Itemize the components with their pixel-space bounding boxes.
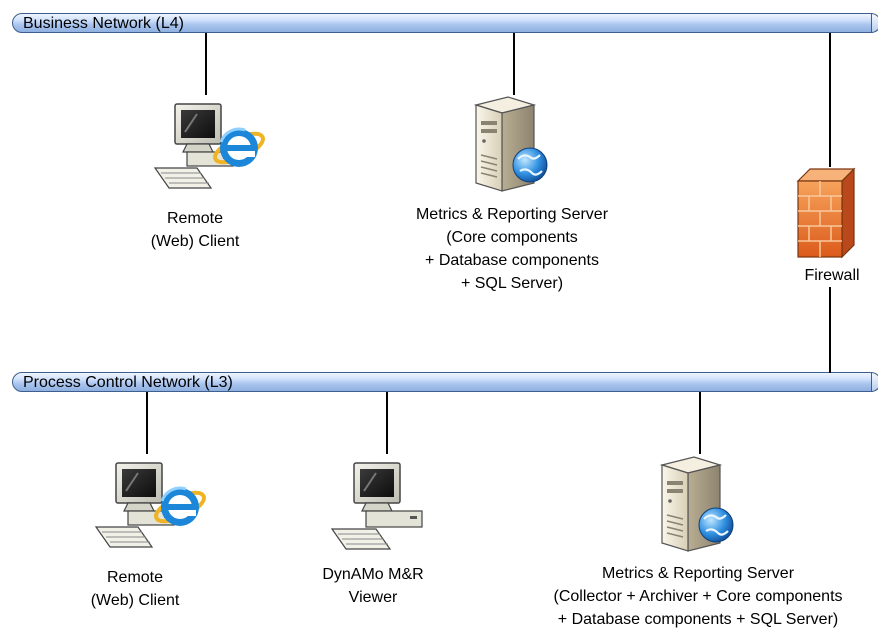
computer-with-ie-icon bbox=[153, 103, 265, 189]
server-icon bbox=[659, 456, 734, 552]
mr-server-l3-label: Metrics & Reporting Server (Collector + … bbox=[553, 565, 843, 628]
firewall-label: Firewall bbox=[804, 267, 860, 284]
computer-with-ie-icon bbox=[94, 462, 206, 548]
link-firewall-l3 bbox=[829, 287, 831, 373]
link-remote-client-l3 bbox=[146, 392, 148, 454]
link-dynamo-viewer bbox=[386, 392, 388, 454]
remote-client-l3-label: Remote (Web) Client bbox=[90, 569, 180, 609]
business-network-label: Business Network (L4) bbox=[23, 15, 184, 32]
process-control-network-bus: Process Control Network (L3) bbox=[12, 372, 878, 392]
bus-end-cap bbox=[871, 13, 878, 33]
bus-end-cap bbox=[871, 372, 878, 392]
business-network-bus: Business Network (L4) bbox=[12, 13, 878, 33]
link-mr-server-l3 bbox=[699, 392, 701, 454]
network-diagram: Business Network (L4) Process Control Ne… bbox=[0, 0, 878, 631]
remote-client-l4-label: Remote (Web) Client bbox=[150, 210, 240, 250]
process-control-network-label: Process Control Network (L3) bbox=[23, 374, 233, 391]
firewall-icon bbox=[796, 167, 856, 259]
link-remote-client-l4 bbox=[205, 33, 207, 95]
link-mr-server-l4 bbox=[513, 33, 515, 95]
link-firewall-l4 bbox=[829, 33, 831, 167]
server-icon bbox=[473, 96, 548, 192]
dynamo-viewer-label: DynAMo M&R Viewer bbox=[322, 566, 424, 606]
computer-icon bbox=[330, 462, 423, 550]
mr-server-l4-label: Metrics & Reporting Server (Core compone… bbox=[415, 206, 609, 292]
